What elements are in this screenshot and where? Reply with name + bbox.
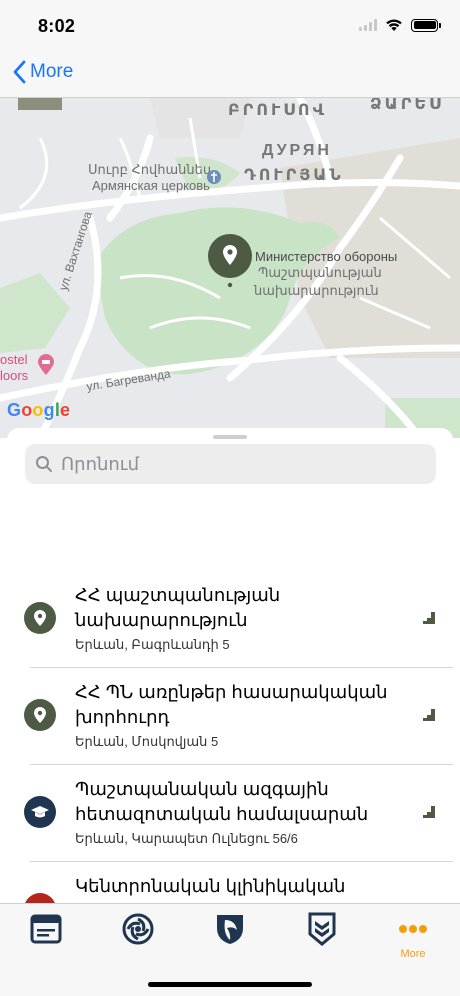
- location-marker-icon[interactable]: [207, 233, 253, 293]
- chevron-left-icon: [13, 60, 26, 84]
- list-item-title: ՀՀ պաշտպանության նախարարություն: [75, 585, 281, 630]
- tab-bar: More: [0, 903, 460, 996]
- search-field[interactable]: Որոնում: [25, 444, 436, 484]
- bottom-sheet[interactable]: Որոնում ՀՀ պաշտպանության նախարարություն …: [7, 428, 453, 908]
- list-item-title: Կենտրոնական կլինիկական: [75, 876, 346, 896]
- list-item[interactable]: Կենտրոնական կլինիկական: [7, 862, 453, 908]
- map-label-district-right: ՁԱՐԵՍ: [370, 98, 444, 113]
- disclosure-icon: [423, 806, 435, 818]
- back-button[interactable]: More: [12, 60, 73, 84]
- tab-shield[interactable]: [200, 912, 260, 962]
- map-label-church-armenian: Սուրբ Հովհաննես: [88, 162, 212, 177]
- map-label-church-russian: Армянская церковь: [92, 178, 210, 193]
- list-item-address: Երևան, Մոսկովյան 5: [75, 734, 219, 749]
- signal-icon: [359, 19, 377, 31]
- navigation-bar: More: [0, 50, 460, 98]
- tab-news[interactable]: [16, 912, 76, 962]
- disclosure-icon: [423, 709, 435, 721]
- map-view[interactable]: ԲՐՈՒՍՈՎ ՁԱՐԵՍ ДУРЯН ԴՈՒՐՅԱՆ Սուրբ Հովհան…: [0, 98, 460, 438]
- shield-emblem-icon: [217, 915, 243, 944]
- back-button-label: More: [30, 61, 74, 82]
- wifi-icon: [386, 19, 402, 31]
- tab-more[interactable]: More: [383, 912, 443, 962]
- status-bar: 8:02: [0, 0, 460, 50]
- places-list: ՀՀ պաշտպանության նախարարություն Երևան, Բ…: [7, 571, 453, 908]
- location-pin-icon: [24, 602, 56, 634]
- map-label-district: ԲՐՈՒՍՈՎ: [228, 102, 328, 119]
- eternity-emblem-icon: [122, 913, 154, 945]
- search-icon: [36, 456, 52, 472]
- graduation-cap-icon: [24, 796, 56, 828]
- tab-more-label: More: [400, 948, 426, 960]
- rank-chevron-icon: [308, 912, 336, 946]
- tab-rank[interactable]: [292, 912, 352, 962]
- list-item[interactable]: ՀՀ պաշտպանության նախարարություն Երևան, Բ…: [7, 571, 453, 668]
- browser-window-icon: [30, 914, 62, 944]
- map-label-ministry-armenian-1: Պաշտպանության: [258, 265, 382, 280]
- google-logo: Google: [7, 400, 71, 420]
- home-indicator: [148, 982, 312, 987]
- map-label-hostel-2: loors: [0, 368, 29, 383]
- list-item[interactable]: Պաշտպանական ազգային հետազոտական համալսար…: [7, 765, 453, 862]
- hotel-icon: [38, 354, 54, 375]
- map-label-district-armenian: ԴՈՒՐՅԱՆ: [244, 167, 344, 184]
- status-icons: [359, 18, 441, 32]
- battery-icon: [411, 18, 441, 32]
- status-time: 8:02: [38, 16, 76, 36]
- map-label-ministry-russian: Министерство обороны: [255, 249, 398, 264]
- map-label-district-russian: ДУРЯН: [262, 142, 332, 159]
- church-icon: [207, 170, 221, 184]
- list-item-title: Պաշտպանական ազգային հետազոտական համալսար…: [75, 779, 369, 824]
- location-pin-icon: [24, 699, 56, 731]
- tab-emblem[interactable]: [108, 912, 168, 962]
- map-label-ministry-armenian-2: նախարարություն: [254, 283, 379, 298]
- search-placeholder: Որոնում: [61, 453, 140, 474]
- list-item-address: Երևան, Կարապետ Ուլնեցու 56/6: [75, 831, 298, 846]
- list-item[interactable]: ՀՀ ՊՆ առընթեր հասարակական խորհուրդ Երևան…: [7, 668, 453, 765]
- list-item-title: ՀՀ ՊՆ առընթեր հասարակական խորհուրդ: [75, 682, 388, 727]
- sheet-grabber[interactable]: [213, 435, 247, 439]
- disclosure-icon: [423, 612, 435, 624]
- more-dots-icon: [399, 925, 427, 933]
- map-label-hostel-1: ostel: [0, 352, 28, 367]
- list-item-address: Երևան, Բագրևանդի 5: [75, 637, 230, 652]
